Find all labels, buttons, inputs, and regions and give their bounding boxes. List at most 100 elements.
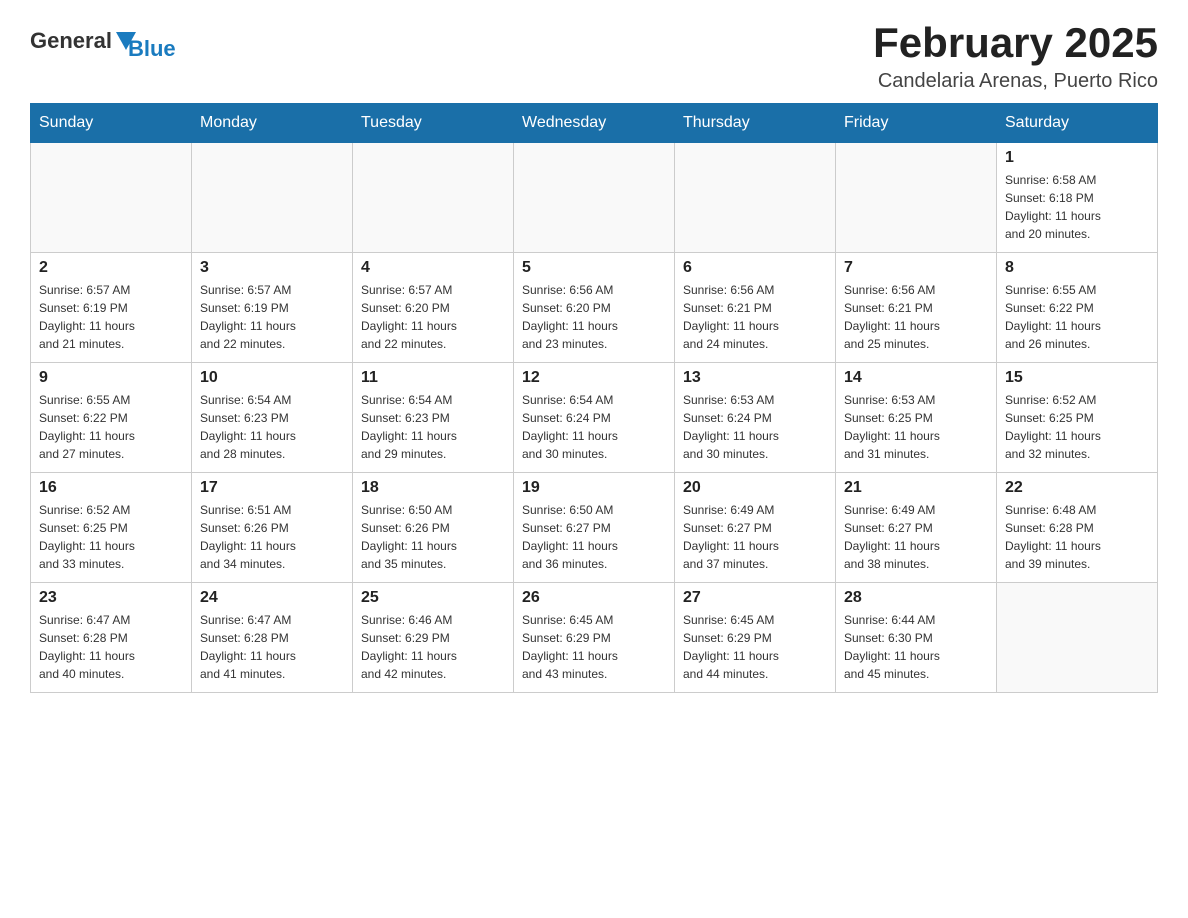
table-row: 23 Sunrise: 6:47 AMSunset: 6:28 PMDayligh… — [31, 583, 192, 693]
table-row: 2Sunrise: 6:57 AMSunset: 6:19 PMDaylight… — [31, 253, 192, 363]
table-row: 21 Sunrise: 6:49 AMSunset: 6:27 PMDayligh… — [836, 473, 997, 583]
table-row: 20 Sunrise: 6:49 AMSunset: 6:27 PMDayligh… — [675, 473, 836, 583]
day-info: Sunrise: 6:48 AMSunset: 6:28 PMDaylight:… — [1005, 501, 1149, 573]
col-monday: Monday — [192, 104, 353, 143]
day-number: 21 — [844, 479, 988, 497]
day-info: Sunrise: 6:51 AMSunset: 6:26 PMDaylight:… — [200, 501, 344, 573]
table-row: 10Sunrise: 6:54 AMSunset: 6:23 PMDayligh… — [192, 363, 353, 473]
day-number: 9 — [39, 369, 183, 387]
table-row — [31, 143, 192, 253]
day-info: Sunrise: 6:54 AMSunset: 6:23 PMDaylight:… — [200, 391, 344, 463]
day-number: 26 — [522, 589, 666, 607]
calendar-week-row: 2Sunrise: 6:57 AMSunset: 6:19 PMDaylight… — [31, 253, 1158, 363]
table-row: 19 Sunrise: 6:50 AMSunset: 6:27 PMDayligh… — [514, 473, 675, 583]
day-info: Sunrise: 6:45 AMSunset: 6:29 PMDaylight:… — [522, 611, 666, 683]
day-info: Sunrise: 6:56 AMSunset: 6:21 PMDaylight:… — [844, 281, 988, 353]
day-number: 15 — [1005, 369, 1149, 387]
table-row: 6 Sunrise: 6:56 AMSunset: 6:21 PMDaylight… — [675, 253, 836, 363]
table-row: 4Sunrise: 6:57 AMSunset: 6:20 PMDaylight… — [353, 253, 514, 363]
day-info: Sunrise: 6:57 AMSunset: 6:19 PMDaylight:… — [200, 281, 344, 353]
day-number: 25 — [361, 589, 505, 607]
day-number: 19 — [522, 479, 666, 497]
day-info: Sunrise: 6:49 AMSunset: 6:27 PMDaylight:… — [844, 501, 988, 573]
table-row: 14 Sunrise: 6:53 AMSunset: 6:25 PMDayligh… — [836, 363, 997, 473]
table-row: 15 Sunrise: 6:52 AMSunset: 6:25 PMDayligh… — [997, 363, 1158, 473]
title-block: February 2025 Candelaria Arenas, Puerto … — [873, 20, 1158, 93]
col-friday: Friday — [836, 104, 997, 143]
day-info: Sunrise: 6:54 AMSunset: 6:23 PMDaylight:… — [361, 391, 505, 463]
col-saturday: Saturday — [997, 104, 1158, 143]
table-row: 27 Sunrise: 6:45 AMSunset: 6:29 PMDayligh… — [675, 583, 836, 693]
table-row: 9 Sunrise: 6:55 AMSunset: 6:22 PMDaylight… — [31, 363, 192, 473]
day-info: Sunrise: 6:55 AMSunset: 6:22 PMDaylight:… — [1005, 281, 1149, 353]
table-row: 28 Sunrise: 6:44 AMSunset: 6:30 PMDayligh… — [836, 583, 997, 693]
table-row: 8 Sunrise: 6:55 AMSunset: 6:22 PMDaylight… — [997, 253, 1158, 363]
page-header: General Blue February 2025 Candelaria Ar… — [30, 20, 1158, 93]
col-wednesday: Wednesday — [514, 104, 675, 143]
day-info: Sunrise: 6:56 AMSunset: 6:20 PMDaylight:… — [522, 281, 666, 353]
table-row: 3 Sunrise: 6:57 AMSunset: 6:19 PMDaylight… — [192, 253, 353, 363]
calendar-table: Sunday Monday Tuesday Wednesday Thursday… — [30, 103, 1158, 693]
day-number: 12 — [522, 369, 666, 387]
table-row: 25Sunrise: 6:46 AMSunset: 6:29 PMDayligh… — [353, 583, 514, 693]
day-number: 8 — [1005, 259, 1149, 277]
table-row: 12 Sunrise: 6:54 AMSunset: 6:24 PMDayligh… — [514, 363, 675, 473]
day-info: Sunrise: 6:58 AMSunset: 6:18 PMDaylight:… — [1005, 171, 1149, 243]
table-row: 11 Sunrise: 6:54 AMSunset: 6:23 PMDayligh… — [353, 363, 514, 473]
day-number: 20 — [683, 479, 827, 497]
table-row — [675, 143, 836, 253]
header-row: Sunday Monday Tuesday Wednesday Thursday… — [31, 104, 1158, 143]
table-row: 5 Sunrise: 6:56 AMSunset: 6:20 PMDaylight… — [514, 253, 675, 363]
day-info: Sunrise: 6:50 AMSunset: 6:26 PMDaylight:… — [361, 501, 505, 573]
day-number: 18 — [361, 479, 505, 497]
calendar-week-row: 1Sunrise: 6:58 AMSunset: 6:18 PMDaylight… — [31, 143, 1158, 253]
day-number: 4 — [361, 259, 505, 277]
logo-blue: Blue — [128, 36, 176, 62]
table-row — [997, 583, 1158, 693]
day-number: 11 — [361, 369, 505, 387]
day-number: 22 — [1005, 479, 1149, 497]
day-number: 17 — [200, 479, 344, 497]
day-info: Sunrise: 6:53 AMSunset: 6:24 PMDaylight:… — [683, 391, 827, 463]
table-row: 7 Sunrise: 6:56 AMSunset: 6:21 PMDaylight… — [836, 253, 997, 363]
table-row: 22 Sunrise: 6:48 AMSunset: 6:28 PMDayligh… — [997, 473, 1158, 583]
table-row — [192, 143, 353, 253]
day-number: 28 — [844, 589, 988, 607]
day-info: Sunrise: 6:55 AMSunset: 6:22 PMDaylight:… — [39, 391, 183, 463]
day-info: Sunrise: 6:47 AMSunset: 6:28 PMDaylight:… — [200, 611, 344, 683]
col-tuesday: Tuesday — [353, 104, 514, 143]
table-row — [836, 143, 997, 253]
day-number: 7 — [844, 259, 988, 277]
table-row: 16Sunrise: 6:52 AMSunset: 6:25 PMDayligh… — [31, 473, 192, 583]
day-info: Sunrise: 6:53 AMSunset: 6:25 PMDaylight:… — [844, 391, 988, 463]
day-number: 16 — [39, 479, 183, 497]
day-info: Sunrise: 6:45 AMSunset: 6:29 PMDaylight:… — [683, 611, 827, 683]
col-sunday: Sunday — [31, 104, 192, 143]
day-number: 13 — [683, 369, 827, 387]
day-number: 3 — [200, 259, 344, 277]
calendar-week-row: 23 Sunrise: 6:47 AMSunset: 6:28 PMDayligh… — [31, 583, 1158, 693]
day-number: 27 — [683, 589, 827, 607]
table-row: 24Sunrise: 6:47 AMSunset: 6:28 PMDayligh… — [192, 583, 353, 693]
table-row: 13 Sunrise: 6:53 AMSunset: 6:24 PMDayligh… — [675, 363, 836, 473]
logo: General Blue — [30, 20, 176, 62]
table-row: 18 Sunrise: 6:50 AMSunset: 6:26 PMDayligh… — [353, 473, 514, 583]
day-number: 6 — [683, 259, 827, 277]
calendar-subtitle: Candelaria Arenas, Puerto Rico — [873, 70, 1158, 93]
table-row: 17 Sunrise: 6:51 AMSunset: 6:26 PMDayligh… — [192, 473, 353, 583]
table-row: 1Sunrise: 6:58 AMSunset: 6:18 PMDaylight… — [997, 143, 1158, 253]
day-info: Sunrise: 6:50 AMSunset: 6:27 PMDaylight:… — [522, 501, 666, 573]
day-number: 5 — [522, 259, 666, 277]
day-info: Sunrise: 6:52 AMSunset: 6:25 PMDaylight:… — [1005, 391, 1149, 463]
calendar-title: February 2025 — [873, 20, 1158, 66]
day-info: Sunrise: 6:57 AMSunset: 6:19 PMDaylight:… — [39, 281, 183, 353]
day-info: Sunrise: 6:54 AMSunset: 6:24 PMDaylight:… — [522, 391, 666, 463]
day-info: Sunrise: 6:44 AMSunset: 6:30 PMDaylight:… — [844, 611, 988, 683]
day-info: Sunrise: 6:47 AMSunset: 6:28 PMDaylight:… — [39, 611, 183, 683]
day-info: Sunrise: 6:49 AMSunset: 6:27 PMDaylight:… — [683, 501, 827, 573]
table-row: 26 Sunrise: 6:45 AMSunset: 6:29 PMDayligh… — [514, 583, 675, 693]
day-info: Sunrise: 6:56 AMSunset: 6:21 PMDaylight:… — [683, 281, 827, 353]
col-thursday: Thursday — [675, 104, 836, 143]
day-number: 23 — [39, 589, 183, 607]
day-number: 14 — [844, 369, 988, 387]
